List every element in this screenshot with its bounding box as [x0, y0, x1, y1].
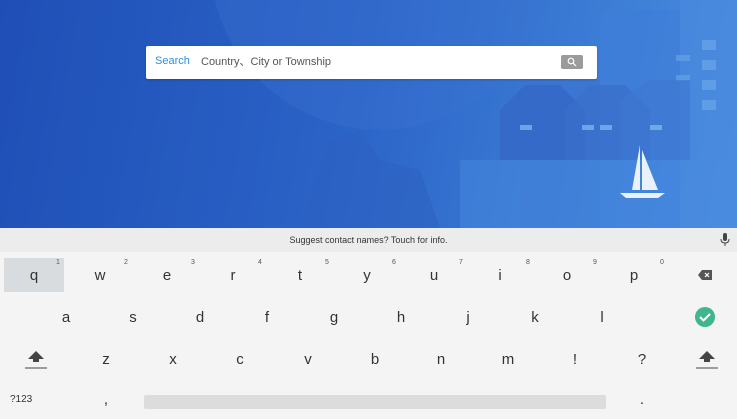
shift-icon — [696, 351, 718, 369]
enter-key[interactable] — [675, 300, 735, 334]
key-u[interactable]: u — [404, 258, 464, 292]
key-p[interactable]: p — [604, 258, 664, 292]
key-hint-2: 2 — [124, 259, 128, 266]
key-l[interactable]: l — [572, 300, 632, 334]
search-bar[interactable]: Search — [146, 46, 597, 79]
checkmark-icon — [695, 307, 715, 327]
period-key[interactable]: . — [612, 386, 672, 412]
backspace-key[interactable] — [675, 258, 735, 292]
search-label: Search — [155, 55, 190, 67]
key-i[interactable]: i — [470, 258, 530, 292]
key-t[interactable]: t — [270, 258, 330, 292]
search-button[interactable] — [561, 55, 583, 69]
key-hint-7: 7 — [459, 259, 463, 266]
city-skyline-illustration — [214, 0, 737, 228]
key-question[interactable]: ? — [612, 342, 672, 376]
key-c[interactable]: c — [210, 342, 270, 376]
suggestion-text[interactable]: Suggest contact names? Touch for info. — [0, 235, 737, 245]
key-v[interactable]: v — [278, 342, 338, 376]
key-h[interactable]: h — [371, 300, 431, 334]
search-icon — [567, 57, 577, 67]
suggestion-strip[interactable]: Suggest contact names? Touch for info. — [0, 228, 737, 252]
key-j[interactable]: j — [438, 300, 498, 334]
key-w[interactable]: w — [70, 258, 130, 292]
key-n[interactable]: n — [411, 342, 471, 376]
key-e[interactable]: e — [137, 258, 197, 292]
shift-icon — [25, 351, 47, 369]
key-hint-1: 1 — [56, 259, 60, 266]
key-hint-4: 4 — [258, 259, 262, 266]
key-x[interactable]: x — [143, 342, 203, 376]
comma-key[interactable]: , — [76, 386, 136, 412]
key-z[interactable]: z — [76, 342, 136, 376]
search-input[interactable] — [201, 51, 541, 73]
key-k[interactable]: k — [505, 300, 565, 334]
key-hint-6: 6 — [392, 259, 396, 266]
shift-key-right[interactable] — [677, 342, 737, 376]
key-m[interactable]: m — [478, 342, 538, 376]
key-hint-9: 9 — [593, 259, 597, 266]
key-hint-5: 5 — [325, 259, 329, 266]
key-exclamation[interactable]: ! — [545, 342, 605, 376]
key-s[interactable]: s — [103, 300, 163, 334]
hero-banner: Search — [0, 0, 737, 228]
shift-key-left[interactable] — [6, 342, 66, 376]
key-y[interactable]: y — [337, 258, 397, 292]
on-screen-keyboard: Suggest contact names? Touch for info. q… — [0, 228, 737, 419]
microphone-icon[interactable] — [720, 233, 730, 247]
key-g[interactable]: g — [304, 300, 364, 334]
symbols-key[interactable]: ?123 — [2, 386, 70, 412]
space-bar[interactable] — [144, 395, 606, 409]
key-hint-0: 0 — [660, 259, 664, 266]
key-hint-3: 3 — [191, 259, 195, 266]
key-q[interactable]: q — [4, 258, 64, 292]
key-hint-8: 8 — [526, 259, 530, 266]
backspace-icon — [698, 270, 712, 280]
key-d[interactable]: d — [170, 300, 230, 334]
key-f[interactable]: f — [237, 300, 297, 334]
key-a[interactable]: a — [36, 300, 96, 334]
key-r[interactable]: r — [203, 258, 263, 292]
key-o[interactable]: o — [537, 258, 597, 292]
key-b[interactable]: b — [345, 342, 405, 376]
